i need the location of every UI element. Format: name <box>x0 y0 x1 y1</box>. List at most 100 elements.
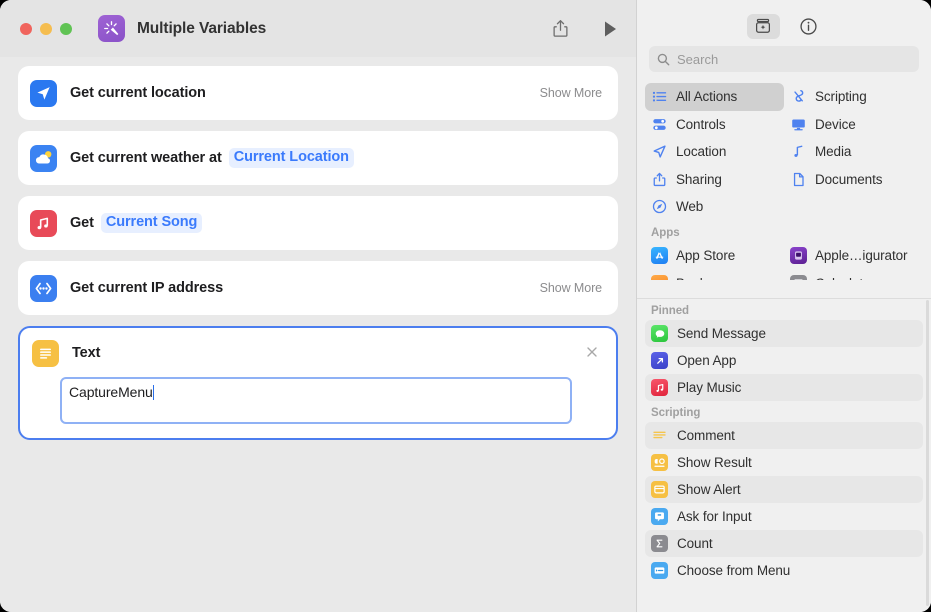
action-card-get-current-weather[interactable]: Get current weather at Current Location <box>18 131 618 185</box>
category-media[interactable]: Media <box>784 138 923 166</box>
play-icon[interactable] <box>598 17 622 41</box>
music-note-icon <box>790 143 807 160</box>
category-label: Media <box>815 144 852 160</box>
library-item-play-music[interactable]: Play Music <box>645 374 923 401</box>
action-card-text: Get current location <box>70 85 206 101</box>
books-icon <box>651 275 668 280</box>
library-item-show-result[interactable]: Show Result <box>645 449 923 476</box>
library-item-label: Comment <box>677 428 735 443</box>
text-lines-icon <box>32 339 59 367</box>
category-label: Scripting <box>815 89 867 105</box>
action-list: Get current location Show More Get curre… <box>18 66 618 440</box>
category-label: Sharing <box>676 171 722 187</box>
category-web[interactable]: Web <box>645 193 784 221</box>
library-item-comment[interactable]: Comment <box>645 422 923 449</box>
action-label: Get current weather at <box>70 150 222 166</box>
library-item-choose-from-menu[interactable]: Choose from Menu <box>645 557 923 584</box>
document-icon <box>790 171 807 188</box>
category-device[interactable]: Device <box>784 111 923 139</box>
section-header-pinned: Pinned <box>651 305 690 317</box>
shortcuts-window: Multiple Variables Get current location … <box>0 0 931 612</box>
tab-shortcut-info[interactable] <box>796 14 822 39</box>
search-icon <box>657 53 670 65</box>
ask-for-input-icon <box>651 508 668 525</box>
library-item-calculator[interactable]: Calculator <box>784 270 923 280</box>
action-label: Get current IP address <box>70 280 224 296</box>
scripting-icon <box>790 88 807 105</box>
minimize-window-button[interactable] <box>40 22 52 35</box>
open-app-arrow-icon <box>651 352 668 369</box>
library-item-label: Books <box>676 276 713 280</box>
category-documents[interactable]: Documents <box>784 166 923 194</box>
library-item-count[interactable]: Count <box>645 530 923 557</box>
library-item-label: Ask for Input <box>677 509 752 524</box>
scripting-list: Comment Show Result Show Alert Ask for I… <box>645 422 923 584</box>
action-card-text-selected[interactable]: Text CaptureMenu <box>18 326 618 440</box>
library-item-open-app[interactable]: Open App <box>645 347 923 374</box>
sigma-count-icon <box>651 535 668 552</box>
action-card-get-current-ip-address[interactable]: Get current IP address Show More <box>18 261 618 315</box>
zoom-window-button[interactable] <box>60 22 72 35</box>
library-scrollbar[interactable] <box>926 300 929 606</box>
library-item-label: Calculator <box>815 276 875 280</box>
search-placeholder: Search <box>677 51 719 67</box>
library-item-label: Choose from Menu <box>677 563 791 578</box>
show-more-button[interactable]: Show More <box>540 281 602 295</box>
safari-compass-icon <box>651 198 668 215</box>
action-card-text: Get current IP address <box>70 280 223 296</box>
library-toolbar <box>637 0 931 46</box>
share-icon <box>651 171 668 188</box>
library-item-label: Apple…igurator <box>815 248 908 263</box>
calculator-icon <box>790 275 807 280</box>
title-bar-actions <box>548 0 622 57</box>
library-item-label: Send Message <box>677 326 766 341</box>
search-input[interactable]: Search <box>649 46 919 72</box>
text-card-header: Text <box>32 338 604 368</box>
show-more-button[interactable]: Show More <box>540 86 602 100</box>
category-location[interactable]: Location <box>645 138 784 166</box>
close-icon[interactable] <box>584 344 600 360</box>
app-store-icon <box>651 247 668 264</box>
variable-token-current-location[interactable]: Current Location <box>228 147 354 169</box>
library-item-send-message[interactable]: Send Message <box>645 320 923 347</box>
share-icon[interactable] <box>548 17 572 41</box>
library-item-ask-for-input[interactable]: Ask for Input <box>645 503 923 530</box>
category-label: Controls <box>676 116 726 132</box>
category-label: Web <box>676 199 704 215</box>
music-note-icon <box>30 209 57 237</box>
messages-bubble-icon <box>651 325 668 342</box>
action-card-get-current-song[interactable]: Get Current Song <box>18 196 618 250</box>
close-window-button[interactable] <box>20 22 32 35</box>
text-input[interactable]: CaptureMenu <box>60 377 572 424</box>
page-title: Multiple Variables <box>137 19 267 37</box>
category-scripting[interactable]: Scripting <box>784 83 923 111</box>
location-arrow-icon <box>30 79 57 107</box>
apple-configurator-icon <box>790 247 807 264</box>
display-icon <box>790 116 807 133</box>
library-item-label: Play Music <box>677 380 742 395</box>
library-item-label: App Store <box>676 248 736 263</box>
library-item-books[interactable]: Books <box>645 270 784 280</box>
list-bullet-icon <box>651 88 668 105</box>
library-item-label: Show Result <box>677 455 752 470</box>
title-bar: Multiple Variables <box>0 0 636 57</box>
action-library-pane: Search All Actions Scripting Controls De… <box>637 0 931 612</box>
section-header-scripting: Scripting <box>651 407 701 419</box>
category-sharing[interactable]: Sharing <box>645 166 784 194</box>
category-label: Location <box>676 144 727 160</box>
category-all-actions[interactable]: All Actions <box>645 83 784 111</box>
variable-token-current-song[interactable]: Current Song <box>100 212 203 234</box>
action-card-get-current-location[interactable]: Get current location Show More <box>18 66 618 120</box>
ip-address-icon <box>30 274 57 302</box>
library-item-label: Count <box>677 536 713 551</box>
library-item-show-alert[interactable]: Show Alert <box>645 476 923 503</box>
location-arrow-icon <box>651 143 668 160</box>
library-item-app-store[interactable]: App Store <box>645 242 784 270</box>
category-controls[interactable]: Controls <box>645 111 784 139</box>
comment-lines-icon <box>651 427 668 444</box>
library-item-apple-configurator[interactable]: Apple…igurator <box>784 242 923 270</box>
tab-action-library[interactable] <box>746 13 780 39</box>
category-grid: All Actions Scripting Controls Device Lo… <box>645 83 923 221</box>
text-card-title: Text <box>72 345 101 361</box>
shortcuts-wand-icon <box>98 15 125 42</box>
